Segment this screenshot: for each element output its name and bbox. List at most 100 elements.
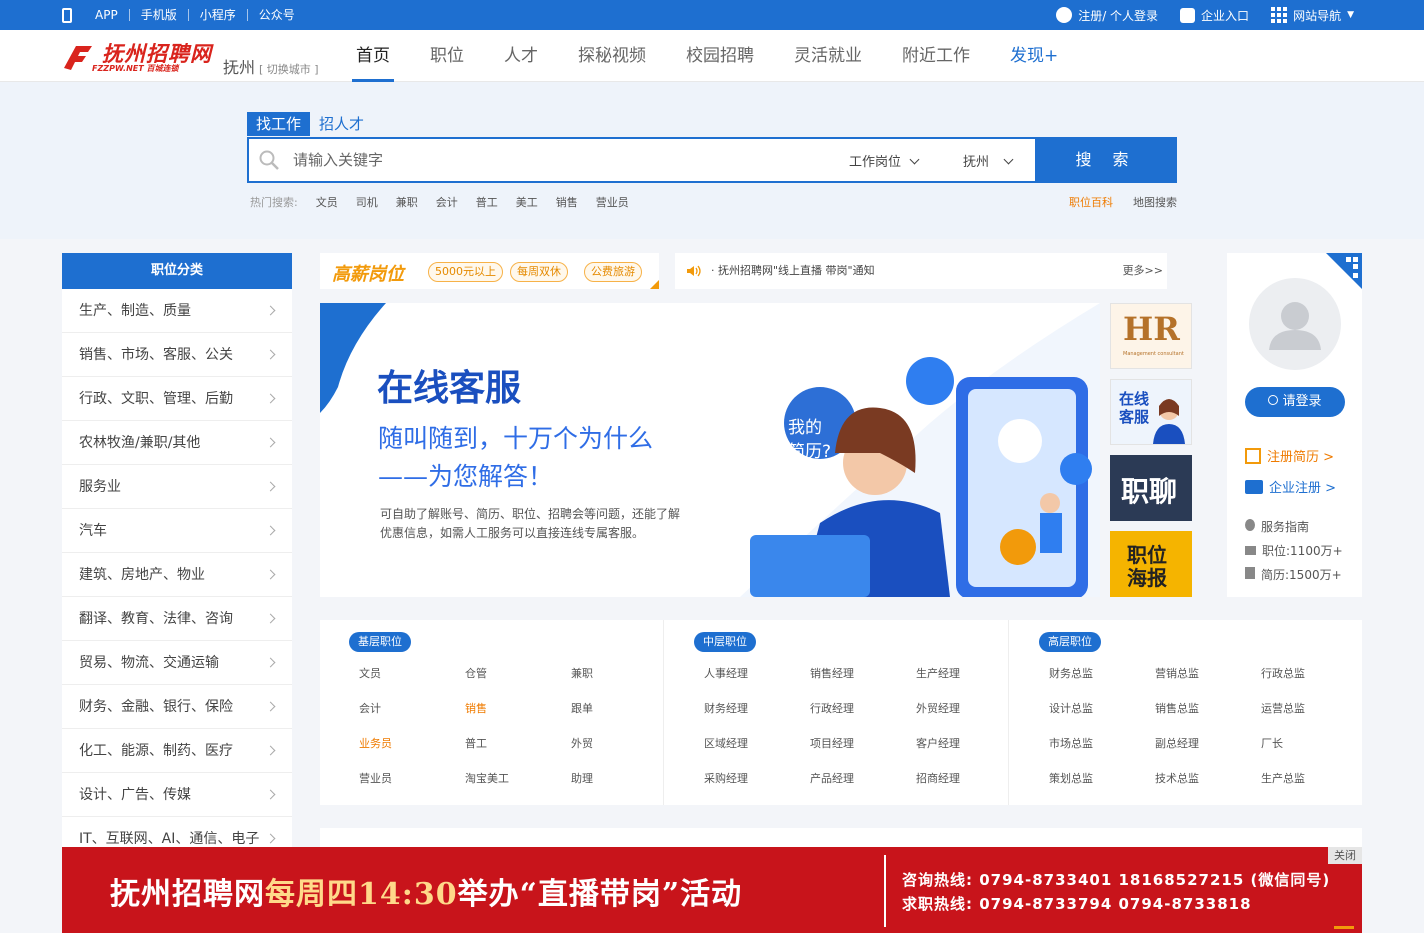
position-link[interactable]: 生产总监: [1261, 770, 1305, 786]
tab-find-talent[interactable]: 招人才: [310, 112, 373, 136]
position-link[interactable]: 仓管: [465, 665, 487, 681]
nav-flexible[interactable]: 灵活就业: [774, 30, 882, 82]
wechat-official-link[interactable]: 公众号: [246, 9, 306, 21]
online-service-tile[interactable]: 在线客服: [1110, 379, 1192, 445]
job-encyclopedia-link[interactable]: 职位百科: [1069, 194, 1113, 210]
position-link[interactable]: 生产经理: [916, 665, 960, 681]
hot-keyword[interactable]: 司机: [356, 194, 378, 210]
position-link[interactable]: 会计: [359, 700, 381, 716]
position-link[interactable]: 营业员: [359, 770, 392, 786]
category-item[interactable]: 农林牧渔/兼职/其他: [62, 421, 292, 465]
hot-keyword[interactable]: 销售: [556, 194, 578, 210]
position-link[interactable]: 销售总监: [1155, 700, 1199, 716]
category-item[interactable]: 汽车: [62, 509, 292, 553]
register-resume-link[interactable]: 注册简历 >: [1245, 446, 1334, 465]
city-dropdown[interactable]: 抚州: [963, 151, 1014, 170]
hot-keyword[interactable]: 营业员: [596, 194, 629, 210]
category-item[interactable]: 化工、能源、制药、医疗: [62, 729, 292, 773]
category-item[interactable]: 行政、文职、管理、后勤: [62, 377, 292, 421]
live-recruitment-ad[interactable]: 抚州招聘网每周四14:30举办“直播带岗”活动 咨询热线: 0794-87334…: [62, 847, 1362, 933]
category-item[interactable]: 生产、制造、质量: [62, 289, 292, 333]
nav-jobs[interactable]: 职位: [410, 30, 484, 82]
job-type-dropdown[interactable]: 工作岗位: [849, 151, 920, 170]
position-link[interactable]: 业务员: [359, 735, 392, 751]
category-item[interactable]: 销售、市场、客服、公关: [62, 333, 292, 377]
position-link[interactable]: 区域经理: [704, 735, 748, 751]
position-link[interactable]: 客户经理: [916, 735, 960, 751]
hot-keyword[interactable]: 美工: [516, 194, 538, 210]
position-link[interactable]: 副总经理: [1155, 735, 1199, 751]
position-link[interactable]: 文员: [359, 665, 381, 681]
nav-campus[interactable]: 校园招聘: [666, 30, 774, 82]
position-link[interactable]: 市场总监: [1049, 735, 1093, 751]
notice-text[interactable]: · 抚州招聘网"线上直播 带岗"通知: [711, 253, 875, 289]
position-link[interactable]: 普工: [465, 735, 487, 751]
high-salary-promo[interactable]: 高薪岗位 5000元以上 每周双休 公费旅游: [320, 253, 659, 289]
tab-find-job[interactable]: 找工作: [247, 112, 311, 136]
position-link[interactable]: 外贸经理: [916, 700, 960, 716]
nav-video[interactable]: 探秘视频: [558, 30, 666, 82]
register-company-link[interactable]: 企业注册 >: [1245, 477, 1336, 496]
position-link[interactable]: 销售: [465, 700, 487, 716]
map-search-link[interactable]: 地图搜索: [1133, 194, 1177, 210]
search-input[interactable]: [293, 147, 813, 173]
nav-discover[interactable]: 发现+: [990, 30, 1078, 82]
hot-keyword[interactable]: 文员: [316, 194, 338, 210]
enterprise-link[interactable]: 企业入口: [1180, 7, 1249, 24]
category-item[interactable]: 建筑、房地产、物业: [62, 553, 292, 597]
job-chat-tile[interactable]: 职聊: [1110, 455, 1192, 521]
position-link[interactable]: 人事经理: [704, 665, 748, 681]
position-link[interactable]: 采购经理: [704, 770, 748, 786]
job-poster-tile[interactable]: 职位海报: [1110, 531, 1192, 597]
hot-keyword[interactable]: 兼职: [396, 194, 418, 210]
site-nav-menu[interactable]: 网站导航 ▼: [1271, 7, 1354, 24]
position-link[interactable]: 财务经理: [704, 700, 748, 716]
position-link[interactable]: 外贸: [571, 735, 593, 751]
position-link[interactable]: 行政经理: [810, 700, 854, 716]
category-item[interactable]: 设计、广告、传媒: [62, 773, 292, 817]
hot-keyword[interactable]: 普工: [476, 194, 498, 210]
promo-tag[interactable]: 5000元以上: [428, 262, 503, 282]
position-link[interactable]: 项目经理: [810, 735, 854, 751]
position-link[interactable]: 运营总监: [1261, 700, 1305, 716]
nav-home[interactable]: 首页: [336, 30, 410, 82]
position-link[interactable]: 设计总监: [1049, 700, 1093, 716]
ad-close-button[interactable]: 关闭: [1328, 847, 1362, 864]
position-link[interactable]: 销售经理: [810, 665, 854, 681]
category-item[interactable]: 翻译、教育、法律、咨询: [62, 597, 292, 641]
miniprogram-link[interactable]: 小程序: [187, 9, 247, 21]
mobile-link[interactable]: 手机版: [128, 9, 188, 21]
hot-keyword[interactable]: 会计: [436, 194, 458, 210]
position-link[interactable]: 厂长: [1261, 735, 1283, 751]
promo-tag[interactable]: 公费旅游: [584, 262, 642, 282]
category-item[interactable]: 财务、金融、银行、保险: [62, 685, 292, 729]
position-link[interactable]: 行政总监: [1261, 665, 1305, 681]
position-link[interactable]: 兼职: [571, 665, 593, 681]
login-button[interactable]: 请登录: [1245, 387, 1345, 417]
category-item[interactable]: 服务业: [62, 465, 292, 509]
nav-nearby[interactable]: 附近工作: [882, 30, 990, 82]
site-logo[interactable]: 抚州招聘网 FZZPW.NET 百城连锁: [62, 38, 212, 74]
app-link[interactable]: APP: [84, 9, 129, 21]
login-link[interactable]: 注册/ 个人登录: [1056, 7, 1158, 24]
category-item[interactable]: 贸易、物流、交通运输: [62, 641, 292, 685]
position-link[interactable]: 策划总监: [1049, 770, 1093, 786]
position-link[interactable]: 财务总监: [1049, 665, 1093, 681]
category-item[interactable]: IT、互联网、AI、通信、电子: [62, 817, 292, 847]
customer-service-banner[interactable]: 在线客服 随叫随到，十万个为什么 ——为您解答！ 可自助了解账号、简历、职位、招…: [320, 303, 1100, 597]
position-link[interactable]: 助理: [571, 770, 593, 786]
nav-talent[interactable]: 人才: [484, 30, 558, 82]
service-guide-link[interactable]: 服务指南: [1245, 518, 1309, 535]
position-link[interactable]: 技术总监: [1155, 770, 1199, 786]
promo-tag[interactable]: 每周双休: [510, 262, 568, 282]
qr-code-icon[interactable]: [1326, 253, 1362, 289]
position-link[interactable]: 产品经理: [810, 770, 854, 786]
position-link[interactable]: 招商经理: [916, 770, 960, 786]
position-link[interactable]: 跟单: [571, 700, 593, 716]
position-link[interactable]: 淘宝美工: [465, 770, 509, 786]
notice-more-link[interactable]: 更多>>: [1123, 253, 1163, 289]
search-button[interactable]: 搜 索: [1035, 137, 1177, 183]
position-link[interactable]: 营销总监: [1155, 665, 1199, 681]
city-switcher[interactable]: 抚州[ 切换城市 ]: [223, 54, 319, 78]
hr-tile[interactable]: HR Management consultant: [1110, 303, 1192, 369]
